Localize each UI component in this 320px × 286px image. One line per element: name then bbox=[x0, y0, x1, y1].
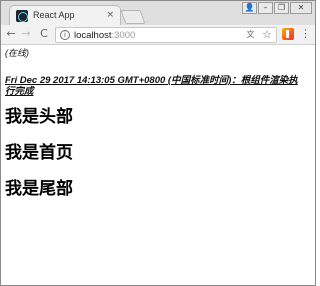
back-icon[interactable]: ← bbox=[4, 27, 18, 41]
tab-strip: React App × 👤 – ❐ ✕ bbox=[1, 1, 315, 25]
reload-icon[interactable]: C bbox=[37, 27, 51, 41]
translate-icon[interactable]: 文 bbox=[245, 30, 256, 40]
forward-icon[interactable]: → bbox=[19, 27, 33, 41]
browser-window: React App × 👤 – ❐ ✕ ← → C i localhost:30… bbox=[0, 0, 316, 286]
tab-react-app[interactable]: React App × bbox=[9, 5, 121, 25]
site-info-icon[interactable]: i bbox=[60, 30, 70, 40]
url-host: localhost bbox=[74, 30, 112, 41]
online-status: (在线) bbox=[5, 48, 29, 58]
render-timestamp: Fri Dec 29 2017 14:13:05 GMT+0800 (中国标准时… bbox=[5, 75, 298, 97]
tab-close-icon[interactable]: × bbox=[106, 9, 114, 21]
tab-title: React App bbox=[33, 10, 75, 20]
extension-icon[interactable] bbox=[282, 28, 294, 40]
address-bar[interactable]: i localhost:3000 文 ☆ bbox=[55, 27, 277, 43]
bookmark-star-icon[interactable]: ☆ bbox=[262, 28, 272, 42]
header-heading: 我是头部 bbox=[5, 107, 73, 127]
react-favicon-icon bbox=[16, 10, 28, 22]
browser-toolbar: ← → C i localhost:3000 文 ☆ ⋮ bbox=[1, 25, 315, 45]
page-content: (在线) Fri Dec 29 2017 14:13:05 GMT+0800 (… bbox=[1, 46, 315, 285]
footer-heading: 我是尾部 bbox=[5, 179, 73, 199]
new-tab-button[interactable] bbox=[120, 10, 146, 24]
home-heading: 我是首页 bbox=[5, 143, 73, 163]
close-window-button[interactable]: ✕ bbox=[290, 2, 312, 14]
window-controls: 👤 – ❐ ✕ bbox=[242, 2, 312, 14]
user-profile-icon[interactable]: 👤 bbox=[242, 2, 257, 14]
browser-menu-icon[interactable]: ⋮ bbox=[300, 27, 311, 41]
url-text[interactable]: localhost:3000 bbox=[74, 29, 135, 42]
url-port: :3000 bbox=[111, 30, 136, 41]
restore-button[interactable]: ❐ bbox=[274, 2, 289, 14]
minimize-button[interactable]: – bbox=[258, 2, 273, 14]
